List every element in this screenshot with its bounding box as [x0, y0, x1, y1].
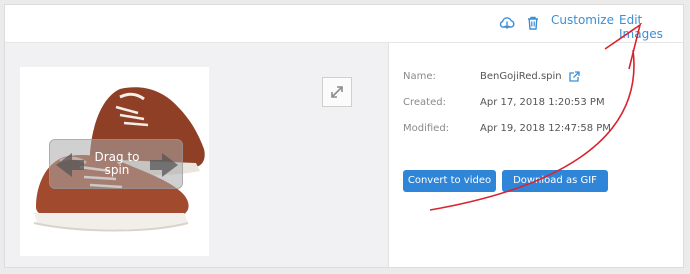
- spin-details-panel: Name: BenGojiRed.spin Created: Apr 17, 2…: [389, 43, 683, 267]
- created-value: Apr 17, 2018 1:20:53 PM: [480, 97, 605, 108]
- name-label: Name:: [403, 71, 436, 82]
- top-toolbar: Customize Edit Images: [5, 5, 683, 43]
- drag-to-spin-label: Drag to spin: [94, 150, 140, 177]
- modified-label: Modified:: [403, 123, 450, 134]
- edit-images-link[interactable]: Edit Images: [619, 13, 683, 41]
- fullscreen-button[interactable]: [322, 77, 352, 107]
- convert-to-video-button[interactable]: Convert to video: [403, 170, 496, 192]
- expand-arrows-icon: [331, 86, 343, 98]
- download-gif-button[interactable]: Download as GIF: [502, 170, 608, 192]
- spin-viewer-panel: Drag to spin: [5, 43, 389, 267]
- spin-image[interactable]: Drag to spin: [20, 67, 209, 256]
- cloud-download-icon[interactable]: [498, 14, 516, 32]
- name-value: BenGojiRed.spin: [480, 71, 562, 82]
- external-link-icon[interactable]: [568, 70, 580, 82]
- spin-detail-window: Customize Edit Images Drag to spin Name:…: [4, 4, 684, 268]
- created-label: Created:: [403, 97, 446, 108]
- drag-to-spin-overlay[interactable]: Drag to spin: [49, 139, 183, 189]
- trash-icon[interactable]: [524, 14, 542, 32]
- customize-link[interactable]: Customize: [551, 13, 614, 27]
- modified-value: Apr 19, 2018 12:47:58 PM: [480, 123, 611, 134]
